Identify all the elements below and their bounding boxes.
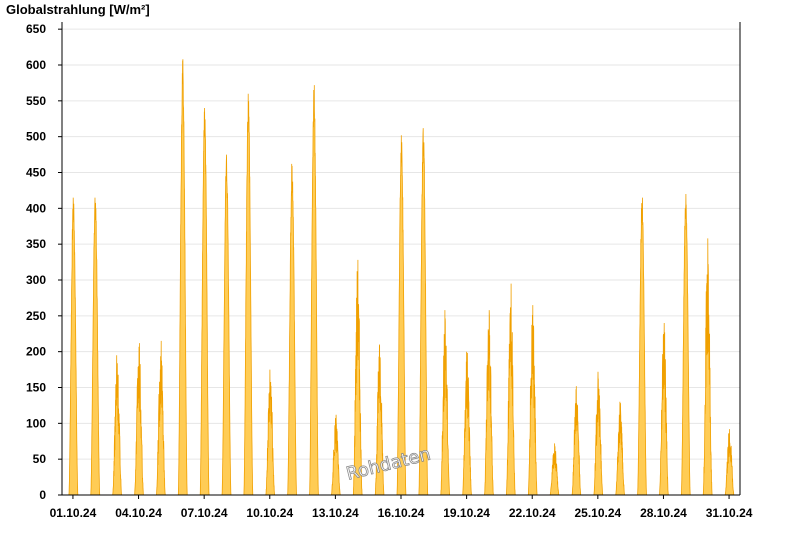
day-area-2024-10-23 — [549, 443, 560, 496]
day-area-2024-10-21 — [505, 283, 516, 496]
day-area-2024-10-01 — [68, 197, 79, 496]
day-area-2024-10-28 — [658, 322, 669, 496]
y-tick-label: 0 — [39, 488, 46, 502]
y-tick-label: 400 — [26, 201, 46, 215]
x-axis-ticks: 01.10.24 04.10.24 07.10.24 10.10.24 13.10.24… — [50, 495, 753, 520]
day-area-2024-10-10 — [265, 369, 276, 496]
x-tick-label: 04.10.24 — [115, 506, 162, 520]
y-tick-label: 50 — [33, 452, 47, 466]
day-area-2024-10-29 — [680, 193, 691, 496]
day-area-2024-10-12 — [309, 85, 319, 496]
y-tick-label: 200 — [26, 345, 46, 359]
x-tick-label: 10.10.24 — [246, 506, 293, 520]
y-axis-label: Globalstrahlung [W/m²] — [6, 2, 150, 17]
y-tick-label: 250 — [26, 309, 46, 323]
y-tick-label: 600 — [26, 58, 46, 72]
day-area-2024-10-26 — [615, 401, 626, 496]
x-tick-label: 19.10.24 — [443, 506, 490, 520]
x-tick-label: 01.10.24 — [50, 506, 97, 520]
x-tick-label: 16.10.24 — [378, 506, 425, 520]
y-tick-label: 350 — [26, 237, 46, 251]
series-area — [68, 59, 735, 496]
radiation-chart: Globalstrahlung [W/m²] 0 50 100 150 200 250 30… — [6, 2, 753, 520]
day-area-2024-10-11 — [287, 163, 298, 496]
y-tick-label: 150 — [26, 381, 46, 395]
day-area-2024-10-30 — [702, 238, 713, 496]
day-area-2024-10-04 — [133, 343, 144, 496]
x-tick-label: 31.10.24 — [706, 506, 753, 520]
day-area-2024-10-22 — [527, 305, 538, 496]
day-area-2024-10-25 — [593, 371, 604, 496]
y-tick-label: 550 — [26, 94, 46, 108]
y-tick-label: 100 — [26, 416, 46, 430]
day-area-2024-10-17 — [418, 128, 429, 496]
y-tick-label: 500 — [26, 130, 46, 144]
day-area-2024-10-31 — [724, 429, 735, 496]
y-axis-ticks: 0 50 100 150 200 250 300 350 400 450 500 550 600 650 — [26, 22, 62, 502]
x-tick-label: 22.10.24 — [509, 506, 556, 520]
x-tick-label: 25.10.24 — [574, 506, 621, 520]
day-area-2024-10-09 — [243, 93, 254, 496]
x-tick-label: 28.10.24 — [640, 506, 687, 520]
y-tick-label: 300 — [26, 273, 46, 287]
day-area-2024-10-02 — [90, 197, 101, 496]
day-area-2024-10-05 — [155, 340, 166, 496]
x-tick-label: 13.10.24 — [312, 506, 359, 520]
day-area-2024-10-13 — [330, 414, 341, 496]
day-area-2024-10-08 — [221, 154, 232, 496]
day-area-2024-10-16 — [396, 135, 407, 496]
day-area-2024-10-18 — [440, 310, 451, 496]
day-area-2024-10-20 — [484, 310, 494, 496]
y-tick-label: 650 — [26, 22, 46, 36]
day-area-2024-10-27 — [637, 197, 647, 496]
day-area-2024-10-24 — [571, 386, 582, 496]
day-area-2024-10-03 — [112, 355, 123, 496]
x-tick-label: 07.10.24 — [181, 506, 228, 520]
day-area-2024-10-07 — [199, 107, 210, 496]
y-tick-label: 450 — [26, 166, 46, 180]
day-area-2024-10-06 — [177, 59, 188, 496]
